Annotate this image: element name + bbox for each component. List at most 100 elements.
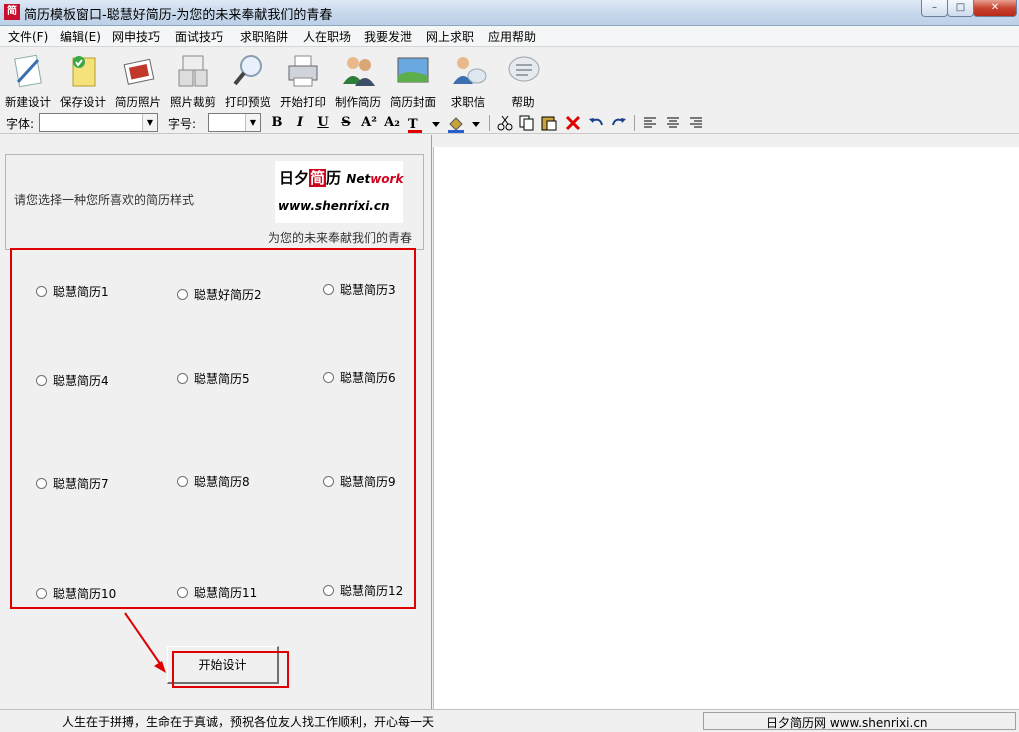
logo-url: www.shenrixi.cn <box>278 199 390 213</box>
menu-interview-tips[interactable]: 面试技巧 <box>175 28 223 45</box>
radio-button[interactable] <box>323 585 334 596</box>
preview-area[interactable] <box>433 147 1019 709</box>
make-resume-button[interactable]: 制作简历 <box>330 52 386 110</box>
radio-button[interactable] <box>36 588 47 599</box>
underline-button[interactable]: U <box>314 114 332 132</box>
redo-icon[interactable] <box>611 115 627 131</box>
menu-application-tips[interactable]: 网申技巧 <box>112 28 160 45</box>
align-left-icon[interactable] <box>642 115 658 131</box>
app-icon[interactable]: 简 <box>4 4 20 20</box>
superscript-button[interactable]: A² <box>360 114 378 132</box>
option-2[interactable]: 聪慧好简历2 <box>177 286 262 303</box>
printer-icon <box>288 55 318 87</box>
resume-photo-button[interactable]: 简历照片 <box>110 52 166 110</box>
radio-button[interactable] <box>177 289 188 300</box>
text-color-icon: T <box>408 117 418 132</box>
landscape-icon <box>397 57 429 83</box>
photo-crop-button[interactable]: 照片裁剪 <box>165 52 221 110</box>
start-print-label: 开始打印 <box>280 95 326 109</box>
option-label: 聪慧简历9 <box>340 475 396 489</box>
option-6[interactable]: 聪慧简历6 <box>323 369 396 386</box>
option-label: 聪慧简历6 <box>340 371 396 385</box>
menu-workplace[interactable]: 人在职场 <box>303 28 351 45</box>
option-9[interactable]: 聪慧简历9 <box>323 473 396 490</box>
option-7[interactable]: 聪慧简历7 <box>36 475 109 492</box>
highlight-color-button[interactable] <box>447 115 483 133</box>
option-5[interactable]: 聪慧简历5 <box>177 370 250 387</box>
radio-button[interactable] <box>177 587 188 598</box>
resume-photo-label: 简历照片 <box>115 95 161 109</box>
option-12[interactable]: 聪慧简历12 <box>323 582 403 599</box>
bold-button[interactable]: B <box>268 114 286 132</box>
radio-button[interactable] <box>323 476 334 487</box>
align-right-icon[interactable] <box>688 115 704 131</box>
save-design-button[interactable]: 保存设计 <box>55 52 111 110</box>
option-4[interactable]: 聪慧简历4 <box>36 372 109 389</box>
cut-icon[interactable] <box>497 115 513 131</box>
radio-button[interactable] <box>323 284 334 295</box>
text-color-button[interactable]: T <box>407 115 441 133</box>
slogan: 为您的未来奉献我们的青春 <box>268 231 413 245</box>
users-icon <box>343 57 375 86</box>
align-center-icon[interactable] <box>665 115 681 131</box>
option-1[interactable]: 聪慧简历1 <box>36 283 109 300</box>
font-size-select[interactable]: ▼ <box>208 113 261 132</box>
radio-button[interactable] <box>36 286 47 297</box>
menu-vent[interactable]: 我要发泄 <box>364 28 412 45</box>
title-bar: 简 简历模板窗口-聪慧好简历-为您的未来奉献我们的青春 – □ ✕ <box>0 0 1019 26</box>
cover-letter-label: 求职信 <box>450 95 486 109</box>
subscript-button[interactable]: A₂ <box>383 114 401 132</box>
option-label: 聪慧简历7 <box>53 477 109 491</box>
radio-button[interactable] <box>36 375 47 386</box>
italic-button[interactable]: I <box>291 114 309 132</box>
new-design-button[interactable]: 新建设计 <box>0 52 56 110</box>
users-chat-icon <box>453 57 487 84</box>
radio-button[interactable] <box>177 476 188 487</box>
new-design-label: 新建设计 <box>5 95 51 109</box>
option-8[interactable]: 聪慧简历8 <box>177 473 250 490</box>
radio-button[interactable] <box>323 372 334 383</box>
status-message: 人生在于拼搏，生命在于真诚，预祝各位友人找工作顺利，开心每一天 <box>62 715 435 729</box>
photo-crop-label: 照片裁剪 <box>170 95 216 109</box>
menu-help[interactable]: 应用帮助 <box>488 28 536 45</box>
toolbar-separator <box>634 115 635 131</box>
print-preview-button[interactable]: 打印预览 <box>220 52 276 110</box>
radio-button[interactable] <box>36 478 47 489</box>
minimize-button[interactable]: – <box>921 0 948 17</box>
template-panel: 请您选择一种您所喜欢的简历样式 日夕简历 Network www.shenrix… <box>0 135 432 709</box>
cover-letter-button[interactable]: 求职信 <box>440 52 496 110</box>
option-label: 聪慧简历1 <box>53 285 109 299</box>
menu-file[interactable]: 文件(F) <box>8 28 48 45</box>
menu-online-job[interactable]: 网上求职 <box>426 28 474 45</box>
main-toolbar: 新建设计 保存设计 简历照片 照片裁剪 打印预览 开始打印 制作简历 简历封面 … <box>0 48 1019 112</box>
window-title: 简历模板窗口-聪慧好简历-为您的未来奉献我们的青春 <box>24 8 333 23</box>
pencil-paper-icon <box>14 54 42 88</box>
scanner-icon <box>178 55 208 87</box>
resume-cover-button[interactable]: 简历封面 <box>385 52 441 110</box>
menu-edit[interactable]: 编辑(E) <box>60 28 101 45</box>
strikethrough-button[interactable]: S <box>337 114 355 132</box>
option-10[interactable]: 聪慧简历10 <box>36 585 116 602</box>
option-label: 聪慧简历4 <box>53 374 109 388</box>
font-select[interactable]: ▼ <box>39 113 158 132</box>
paint-bucket-icon <box>449 117 463 131</box>
help-label: 帮助 <box>511 95 535 109</box>
size-label: 字号: <box>168 117 197 131</box>
maximize-button[interactable]: □ <box>947 0 974 17</box>
start-print-button[interactable]: 开始打印 <box>275 52 331 110</box>
paste-icon[interactable] <box>541 115 557 131</box>
status-site: 日夕简历网 www.shenrixi.cn <box>766 716 928 730</box>
brand-logo: 日夕简历 Network www.shenrixi.cn <box>275 161 403 223</box>
option-3[interactable]: 聪慧简历3 <box>323 281 396 298</box>
option-11[interactable]: 聪慧简历11 <box>177 584 257 601</box>
menu-job-traps[interactable]: 求职陷阱 <box>240 28 288 45</box>
logo-wordmark: 日夕简历 Network <box>279 169 404 187</box>
help-button[interactable]: 帮助 <box>495 52 551 110</box>
option-label: 聪慧好简历2 <box>194 288 262 302</box>
status-bar: 人生在于拼搏，生命在于真诚，预祝各位友人找工作顺利，开心每一天 日夕简历网 ww… <box>0 709 1019 732</box>
delete-icon[interactable] <box>565 115 581 131</box>
radio-button[interactable] <box>177 373 188 384</box>
undo-icon[interactable] <box>588 115 604 131</box>
copy-icon[interactable] <box>519 115 535 131</box>
close-button[interactable]: ✕ <box>973 0 1017 17</box>
